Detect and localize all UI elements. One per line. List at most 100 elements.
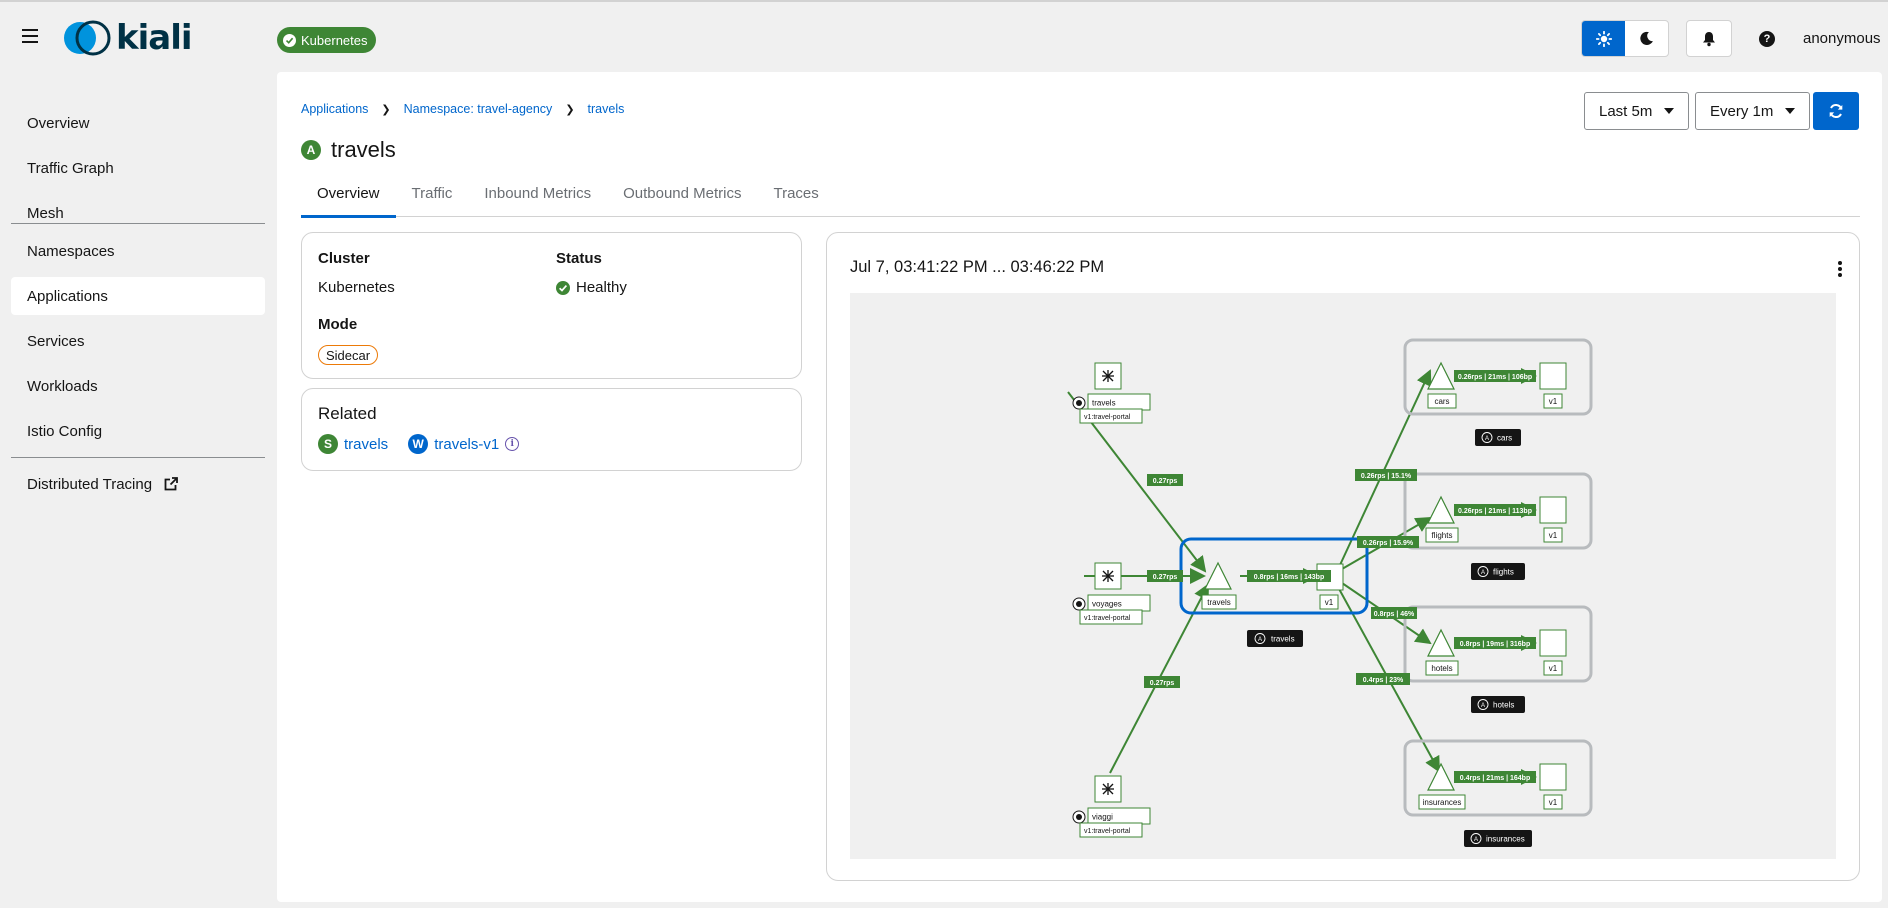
sidebar-divider bbox=[11, 457, 265, 458]
app-badge: A bbox=[301, 140, 321, 160]
chevron-right-icon: ❯ bbox=[565, 103, 575, 116]
svg-text:travels: travels bbox=[1271, 635, 1295, 644]
app-node-travels[interactable]: travels v1 0.8rps | 16ms | 143bp bbox=[1201, 561, 1344, 610]
node-version: v1 bbox=[1325, 598, 1334, 607]
svg-text:v1: v1 bbox=[1549, 798, 1558, 807]
app-node-hotels[interactable]: hotels v1 0.8rps | 19ms | 316bp bbox=[1425, 628, 1567, 676]
masthead: kiali Kubernetes ? anonymous bbox=[0, 0, 1888, 72]
related-list: S travels W travels-v1 i bbox=[318, 434, 520, 454]
time-range-value: Last 5m bbox=[1599, 102, 1653, 120]
logo-text: kiali bbox=[116, 18, 193, 58]
sidebar: Overview Traffic Graph Mesh Namespaces A… bbox=[0, 72, 276, 908]
sidebar-item-workloads[interactable]: Workloads bbox=[11, 367, 265, 405]
theme-toggle[interactable] bbox=[1581, 20, 1669, 57]
app-label-cars: A cars bbox=[1475, 429, 1521, 446]
menu-icon[interactable] bbox=[20, 26, 40, 46]
caret-down-icon bbox=[1664, 108, 1675, 114]
breadcrumb-namespace[interactable]: Namespace: travel-agency bbox=[404, 102, 553, 116]
app-node-cars[interactable]: cars v1 0.26rps | 21ms | 106bp bbox=[1427, 361, 1567, 409]
app-label-travels: A travels bbox=[1247, 630, 1303, 647]
workload-badge: W bbox=[408, 434, 429, 454]
edge-label: 0.4rps | 21ms | 164bp bbox=[1460, 775, 1530, 782]
edge-label: 0.27rps bbox=[1150, 680, 1175, 687]
graph-time-range: Jul 7, 03:41:22 PM ... 03:46:22 PM bbox=[850, 258, 1105, 276]
kiali-logo-icon bbox=[64, 20, 111, 56]
svg-text:A: A bbox=[1258, 637, 1262, 643]
sidebar-item-mesh[interactable]: Mesh bbox=[11, 194, 265, 232]
status-label: Status bbox=[556, 250, 602, 267]
app-node-flights[interactable]: flights v1 0.26rps | 21ms | 113bp bbox=[1425, 495, 1567, 543]
sidebar-item-distributed-tracing[interactable]: Distributed Tracing bbox=[11, 465, 265, 503]
svg-text:A: A bbox=[1481, 703, 1485, 709]
time-range-select[interactable]: Last 5m bbox=[1584, 92, 1690, 130]
caret-down-icon bbox=[1785, 108, 1796, 114]
check-circle-icon bbox=[283, 33, 296, 47]
svg-text:A: A bbox=[1485, 436, 1489, 442]
notifications-button[interactable] bbox=[1686, 20, 1732, 57]
refresh-button[interactable] bbox=[1813, 92, 1859, 130]
info-icon[interactable]: i bbox=[505, 437, 520, 451]
breadcrumb-applications[interactable]: Applications bbox=[301, 102, 368, 116]
mini-graph[interactable]: travels v1:travel-portal voyages v1:trav… bbox=[850, 293, 1836, 859]
sidebar-item-istio-config[interactable]: Istio Config bbox=[11, 412, 265, 450]
tab-outbound-metrics[interactable]: Outbound Metrics bbox=[607, 184, 757, 217]
healthy-check-icon bbox=[556, 280, 570, 295]
node-name: travels bbox=[1207, 598, 1231, 607]
sidebar-item-namespaces[interactable]: Namespaces bbox=[11, 232, 265, 270]
refresh-interval-select[interactable]: Every 1m bbox=[1695, 92, 1811, 130]
light-theme-button[interactable] bbox=[1582, 21, 1625, 56]
chevron-right-icon: ❯ bbox=[381, 103, 391, 116]
edge-label: 0.8rps | 16ms | 143bp bbox=[1254, 574, 1324, 581]
source-version: v1:travel-portal bbox=[1084, 828, 1131, 835]
source-node-travels[interactable]: travels v1:travel-portal bbox=[1072, 362, 1151, 424]
page-title-text: travels bbox=[331, 137, 396, 162]
tab-overview[interactable]: Overview bbox=[301, 184, 396, 218]
refresh-interval-value: Every 1m bbox=[1710, 102, 1774, 120]
cluster-badge-label: Kubernetes bbox=[301, 32, 368, 48]
sidebar-item-overview[interactable]: Overview bbox=[11, 104, 265, 142]
app-label-hotels: A hotels bbox=[1471, 696, 1525, 713]
user-menu[interactable]: anonymous bbox=[1803, 30, 1881, 47]
svg-text:cars: cars bbox=[1434, 397, 1449, 406]
tab-traces[interactable]: Traces bbox=[757, 184, 834, 217]
service-badge: S bbox=[318, 434, 338, 454]
tabs: Overview Traffic Inbound Metrics Outboun… bbox=[301, 184, 1860, 218]
help-icon[interactable]: ? bbox=[1759, 31, 1775, 47]
source-name: viaggi bbox=[1092, 813, 1113, 822]
svg-text:v1: v1 bbox=[1549, 664, 1558, 673]
sidebar-item-applications[interactable]: Applications bbox=[11, 277, 265, 315]
source-version: v1:travel-portal bbox=[1084, 414, 1131, 421]
app-node-insurances[interactable]: insurances v1 0.4rps | 21ms | 164bp bbox=[1418, 762, 1567, 810]
svg-text:insurances: insurances bbox=[1486, 835, 1525, 844]
kebab-menu-icon[interactable] bbox=[1837, 261, 1843, 277]
related-service-link[interactable]: travels bbox=[344, 436, 388, 453]
source-name: voyages bbox=[1092, 600, 1122, 609]
graph-edge[interactable] bbox=[1339, 369, 1432, 566]
app-info-card: Cluster Kubernetes Status Healthy Mode S… bbox=[301, 232, 802, 379]
dark-theme-button[interactable] bbox=[1625, 21, 1668, 56]
status-value: Healthy bbox=[556, 279, 627, 296]
refresh-icon bbox=[1829, 104, 1843, 118]
related-card: Related S travels W travels-v1 i bbox=[301, 388, 802, 471]
edge-label: 0.8rps | 19ms | 316bp bbox=[1460, 641, 1530, 648]
source-node-voyages[interactable]: voyages v1:travel-portal bbox=[1072, 562, 1151, 625]
status-text: Healthy bbox=[576, 279, 627, 296]
edge-label: 0.27rps bbox=[1153, 574, 1178, 581]
sidebar-item-services[interactable]: Services bbox=[11, 322, 265, 360]
page-title: A travels bbox=[301, 137, 396, 163]
cluster-value: Kubernetes bbox=[318, 279, 395, 296]
source-node-viaggi[interactable]: viaggi v1:travel-portal bbox=[1072, 775, 1151, 838]
related-title: Related bbox=[318, 404, 377, 423]
tab-traffic[interactable]: Traffic bbox=[396, 184, 469, 217]
svg-text:flights: flights bbox=[1493, 568, 1514, 577]
related-workload-link[interactable]: travels-v1 bbox=[434, 436, 499, 453]
sidebar-item-traffic-graph[interactable]: Traffic Graph bbox=[11, 149, 265, 187]
kiali-logo[interactable]: kiali bbox=[62, 18, 193, 58]
breadcrumb-current[interactable]: travels bbox=[588, 102, 625, 116]
svg-text:A: A bbox=[1481, 570, 1485, 576]
mode-label: Mode bbox=[318, 316, 358, 333]
svg-text:v1: v1 bbox=[1549, 397, 1558, 406]
bell-icon bbox=[1703, 31, 1715, 46]
edge-label: 0.26rps | 21ms | 106bp bbox=[1458, 374, 1532, 381]
tab-inbound-metrics[interactable]: Inbound Metrics bbox=[468, 184, 607, 217]
